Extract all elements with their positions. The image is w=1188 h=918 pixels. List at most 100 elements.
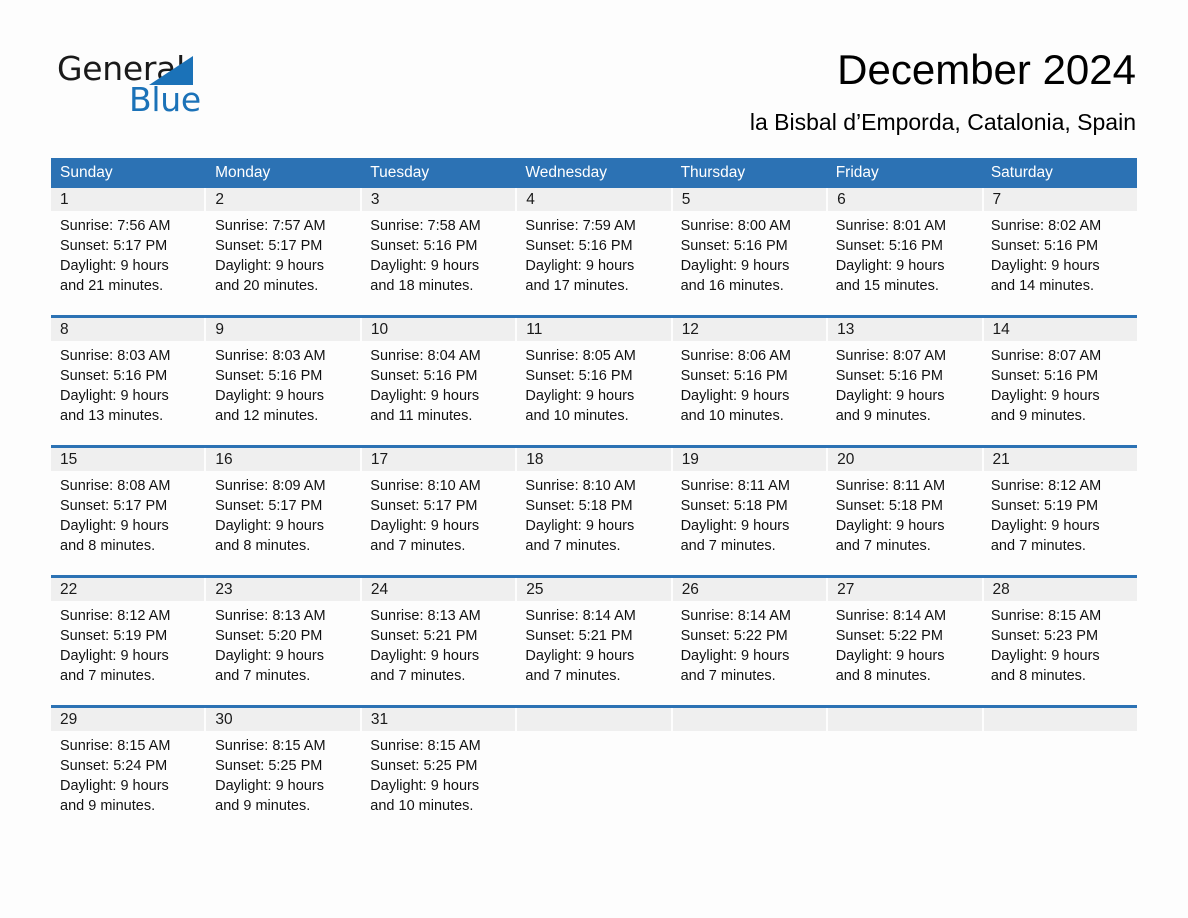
sunset-text: Sunset: 5:16 PM <box>835 238 943 254</box>
day-cell[interactable]: Sunrise: 8:01 AM Sunset: 5:16 PM Dayligh… <box>827 211 982 315</box>
day-cell[interactable]: Sunrise: 8:15 AM Sunset: 5:25 PM Dayligh… <box>361 731 516 835</box>
day-cell[interactable]: Sunrise: 8:07 AM Sunset: 5:16 PM Dayligh… <box>827 341 982 445</box>
day-cell[interactable]: Sunrise: 8:09 AM Sunset: 5:17 PM Dayligh… <box>206 471 361 575</box>
day-cell[interactable]: Sunrise: 8:04 AM Sunset: 5:16 PM Dayligh… <box>361 341 516 445</box>
day-cell[interactable]: Sunrise: 8:03 AM Sunset: 5:16 PM Dayligh… <box>206 341 361 445</box>
day-cell[interactable]: Sunrise: 8:03 AM Sunset: 5:16 PM Dayligh… <box>51 341 206 445</box>
day-cell[interactable]: Sunrise: 8:07 AM Sunset: 5:16 PM Dayligh… <box>982 341 1137 445</box>
daylight-text-line1: Daylight: 9 hours <box>990 518 1100 534</box>
day-cell[interactable]: Sunrise: 8:14 AM Sunset: 5:22 PM Dayligh… <box>672 601 827 705</box>
day-number[interactable]: 14 <box>984 318 1137 341</box>
daylight-text-line2: and 9 minutes. <box>835 408 931 424</box>
day-number[interactable]: 3 <box>362 188 518 211</box>
daylight-text-line2: and 13 minutes. <box>60 408 164 424</box>
weekday-header-row: Sunday Monday Tuesday Wednesday Thursday… <box>51 158 1137 188</box>
day-cell[interactable]: Sunrise: 8:14 AM Sunset: 5:22 PM Dayligh… <box>827 601 982 705</box>
sunrise-text: Sunrise: 8:09 AM <box>215 478 326 494</box>
sunrise-text: Sunrise: 8:10 AM <box>370 478 481 494</box>
day-cell[interactable]: Sunrise: 8:02 AM Sunset: 5:16 PM Dayligh… <box>982 211 1137 315</box>
daylight-text-line2: and 7 minutes. <box>215 668 311 684</box>
day-cell[interactable]: Sunrise: 8:00 AM Sunset: 5:16 PM Dayligh… <box>672 211 827 315</box>
day-number[interactable]: 8 <box>51 318 207 341</box>
daylight-text-line1: Daylight: 9 hours <box>215 778 324 794</box>
day-number[interactable]: 15 <box>51 448 207 471</box>
day-number[interactable]: 5 <box>673 188 829 211</box>
day-number[interactable]: 20 <box>828 448 984 471</box>
day-number[interactable]: 23 <box>206 578 362 601</box>
day-cell[interactable]: Sunrise: 8:13 AM Sunset: 5:20 PM Dayligh… <box>206 601 361 705</box>
daylight-text-line2: and 15 minutes. <box>835 278 939 294</box>
daylight-text-line2: and 20 minutes. <box>215 278 319 294</box>
day-cell[interactable]: Sunrise: 8:06 AM Sunset: 5:16 PM Dayligh… <box>672 341 827 445</box>
day-cell[interactable]: Sunrise: 8:15 AM Sunset: 5:23 PM Dayligh… <box>982 601 1137 705</box>
daylight-text-line1: Daylight: 9 hours <box>835 648 945 664</box>
week-row: 22 23 24 25 26 27 28 Sunrise: 8:12 AM Su… <box>51 575 1137 705</box>
daylight-text-line1: Daylight: 9 hours <box>990 648 1100 664</box>
day-number[interactable]: 10 <box>362 318 518 341</box>
day-cell[interactable]: Sunrise: 7:59 AM Sunset: 5:16 PM Dayligh… <box>516 211 671 315</box>
day-cell[interactable]: Sunrise: 8:15 AM Sunset: 5:25 PM Dayligh… <box>206 731 361 835</box>
day-number[interactable]: 21 <box>984 448 1137 471</box>
daylight-text-line2: and 7 minutes. <box>60 668 156 684</box>
day-cell[interactable]: Sunrise: 8:12 AM Sunset: 5:19 PM Dayligh… <box>982 471 1137 575</box>
day-number[interactable]: 13 <box>828 318 984 341</box>
sunset-text: Sunset: 5:23 PM <box>990 628 1099 644</box>
sunrise-text: Sunrise: 8:13 AM <box>370 608 481 624</box>
day-number[interactable]: 30 <box>206 708 362 731</box>
day-number[interactable]: 24 <box>362 578 518 601</box>
day-number[interactable]: 7 <box>984 188 1137 211</box>
day-number[interactable]: 16 <box>206 448 362 471</box>
day-number[interactable]: 9 <box>206 318 362 341</box>
day-cell[interactable]: Sunrise: 8:12 AM Sunset: 5:19 PM Dayligh… <box>51 601 206 705</box>
day-number[interactable]: 6 <box>828 188 984 211</box>
daylight-text-line1: Daylight: 9 hours <box>835 518 945 534</box>
daylight-text-line1: Daylight: 9 hours <box>680 648 790 664</box>
daylight-text-line2: and 10 minutes. <box>370 798 474 814</box>
week-row: 29 30 31 Sunrise: 8:15 AM Sunset: 5:24 P… <box>51 705 1137 835</box>
day-cell[interactable]: Sunrise: 8:15 AM Sunset: 5:24 PM Dayligh… <box>51 731 206 835</box>
sunset-text: Sunset: 5:21 PM <box>370 628 478 644</box>
sunset-text: Sunset: 5:16 PM <box>215 368 323 384</box>
daylight-text-line2: and 8 minutes. <box>60 538 156 554</box>
daylight-text-line1: Daylight: 9 hours <box>370 518 480 534</box>
day-cell[interactable]: Sunrise: 7:58 AM Sunset: 5:16 PM Dayligh… <box>361 211 516 315</box>
day-number[interactable]: 1 <box>51 188 207 211</box>
daylight-text-line2: and 7 minutes. <box>370 668 466 684</box>
day-number[interactable]: 22 <box>51 578 207 601</box>
daylight-text-line2: and 8 minutes. <box>835 668 931 684</box>
day-number[interactable]: 11 <box>517 318 673 341</box>
day-number[interactable]: 29 <box>51 708 207 731</box>
daylight-text-line1: Daylight: 9 hours <box>680 518 790 534</box>
day-cell[interactable]: Sunrise: 7:57 AM Sunset: 5:17 PM Dayligh… <box>206 211 361 315</box>
day-cell[interactable]: Sunrise: 8:10 AM Sunset: 5:18 PM Dayligh… <box>516 471 671 575</box>
day-cell[interactable]: Sunrise: 8:10 AM Sunset: 5:17 PM Dayligh… <box>361 471 516 575</box>
daylight-text-line2: and 7 minutes. <box>835 538 931 554</box>
day-number[interactable]: 17 <box>362 448 518 471</box>
day-number[interactable]: 31 <box>362 708 518 731</box>
day-cell-empty <box>982 731 1137 835</box>
day-number[interactable]: 19 <box>673 448 829 471</box>
day-number[interactable]: 12 <box>673 318 829 341</box>
daylight-text-line2: and 9 minutes. <box>215 798 311 814</box>
day-cell[interactable]: Sunrise: 8:08 AM Sunset: 5:17 PM Dayligh… <box>51 471 206 575</box>
sunrise-text: Sunrise: 8:15 AM <box>990 608 1102 624</box>
day-number[interactable]: 4 <box>517 188 673 211</box>
day-number[interactable]: 18 <box>517 448 673 471</box>
day-cell[interactable]: Sunrise: 7:56 AM Sunset: 5:17 PM Dayligh… <box>51 211 206 315</box>
day-cell[interactable]: Sunrise: 8:05 AM Sunset: 5:16 PM Dayligh… <box>516 341 671 445</box>
sunset-text: Sunset: 5:16 PM <box>990 238 1099 254</box>
day-number[interactable]: 26 <box>673 578 829 601</box>
day-number[interactable]: 28 <box>984 578 1137 601</box>
daylight-text-line1: Daylight: 9 hours <box>215 258 324 274</box>
day-cell[interactable]: Sunrise: 8:11 AM Sunset: 5:18 PM Dayligh… <box>672 471 827 575</box>
day-number[interactable]: 2 <box>206 188 362 211</box>
sunrise-text: Sunrise: 8:06 AM <box>680 348 791 364</box>
day-cell[interactable]: Sunrise: 8:11 AM Sunset: 5:18 PM Dayligh… <box>827 471 982 575</box>
day-cell[interactable]: Sunrise: 8:13 AM Sunset: 5:21 PM Dayligh… <box>361 601 516 705</box>
day-number[interactable]: 27 <box>828 578 984 601</box>
day-number[interactable]: 25 <box>517 578 673 601</box>
daylight-text-line2: and 7 minutes. <box>680 668 776 684</box>
day-number-empty <box>828 708 984 731</box>
sunset-text: Sunset: 5:17 PM <box>60 238 168 254</box>
day-cell[interactable]: Sunrise: 8:14 AM Sunset: 5:21 PM Dayligh… <box>516 601 671 705</box>
